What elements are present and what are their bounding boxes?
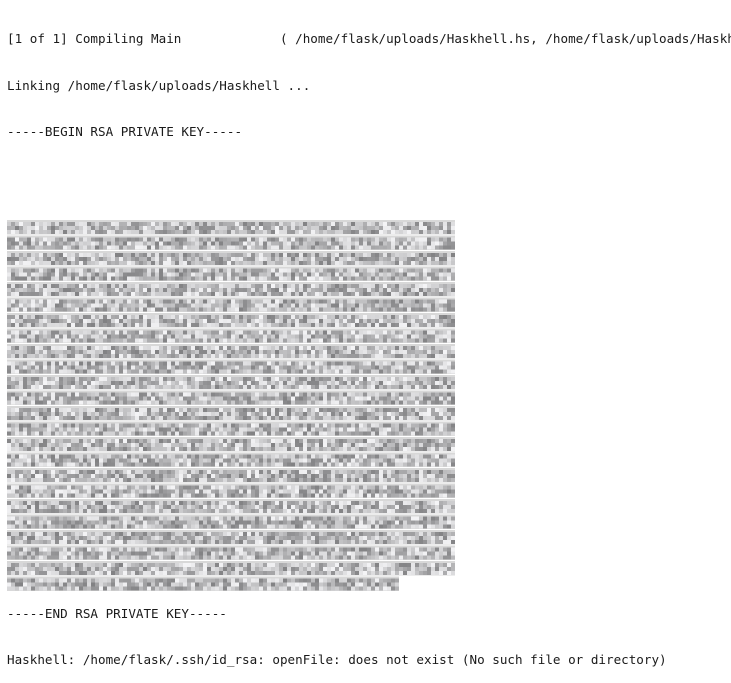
pixelated-redaction (7, 220, 455, 591)
begin-key-line: -----BEGIN RSA PRIVATE KEY----- (7, 124, 243, 139)
compile-line: [1 of 1] Compiling Main ( /home/flask/up… (7, 31, 731, 46)
linking-line: Linking /home/flask/uploads/Haskhell ... (7, 77, 311, 93)
redacted-private-key (7, 189, 455, 591)
error-line: Haskhell: /home/flask/.ssh/id_rsa: openF… (7, 652, 667, 667)
end-key-line: -----END RSA PRIVATE KEY----- (7, 605, 227, 621)
terminal-output: [1 of 1] Compiling Main ( /home/flask/up… (7, 0, 731, 667)
